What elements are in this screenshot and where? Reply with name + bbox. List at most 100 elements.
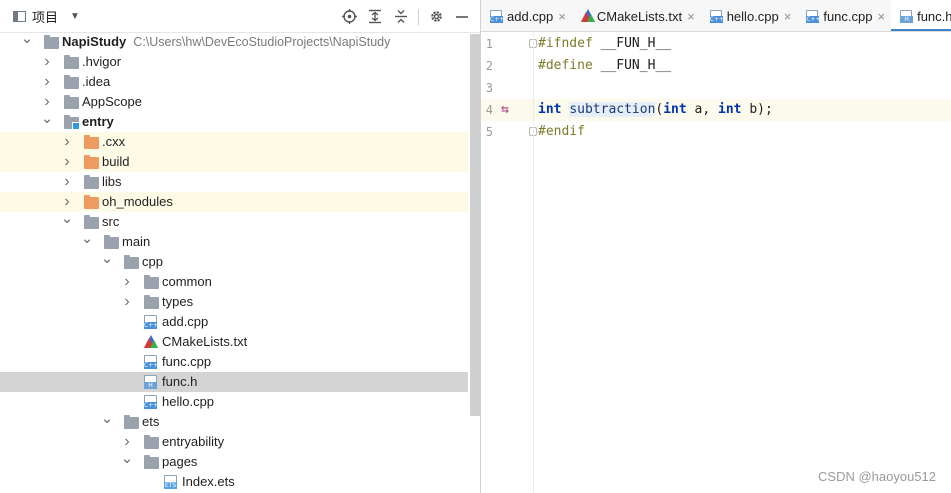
- tree-item-label: CMakeLists.txt: [162, 332, 247, 352]
- tree-item-label: pages: [162, 452, 197, 472]
- tree-item[interactable]: ETS Index.ets: [0, 472, 468, 492]
- code-token: __FUN_H__: [600, 58, 672, 73]
- tree-item[interactable]: CMakeLists.txt: [0, 332, 468, 352]
- folder-icon: [124, 415, 139, 429]
- chevron-down-icon[interactable]: ⌄: [100, 251, 114, 272]
- chevron-down-icon[interactable]: ⌄: [20, 31, 34, 52]
- tree-item-name: build: [102, 154, 130, 169]
- folder-icon: [84, 195, 99, 209]
- code-line[interactable]: #ifndef __FUN_H__: [538, 33, 951, 55]
- tree-scrollbar[interactable]: [470, 34, 480, 416]
- chevron-down-icon[interactable]: ⌄: [80, 231, 94, 252]
- tree-item[interactable]: › common: [0, 272, 468, 292]
- tree-item[interactable]: › .cxx: [0, 132, 468, 152]
- hide-icon[interactable]: [453, 8, 471, 26]
- chevron-right-icon[interactable]: ›: [60, 192, 74, 212]
- tree-item-label: .cxx: [102, 132, 125, 152]
- chevron-right-icon[interactable]: ›: [120, 292, 134, 312]
- tree-item[interactable]: ⌄ main: [0, 231, 468, 252]
- tree-item[interactable]: C++ add.cpp: [0, 312, 468, 332]
- code-token: subtraction: [569, 102, 656, 117]
- chevron-right-icon[interactable]: ›: [40, 72, 54, 92]
- tree-item-label: src: [102, 212, 119, 232]
- tree-item[interactable]: › entryability: [0, 432, 468, 452]
- tree-item[interactable]: › .hvigor: [0, 52, 468, 72]
- tree-item[interactable]: Hfunc.h: [0, 372, 468, 392]
- tree-item[interactable]: ⌄ src: [0, 211, 468, 232]
- editor-tab[interactable]: C++ add.cpp ×: [481, 0, 572, 31]
- chevron-right-icon[interactable]: ›: [120, 272, 134, 292]
- collapse-all-icon[interactable]: [392, 8, 410, 26]
- tree-item[interactable]: ⌄ ets: [0, 411, 468, 432]
- chevron-down-icon[interactable]: ⌄: [60, 211, 74, 232]
- tree-item[interactable]: ⌄ cpp: [0, 251, 468, 272]
- folder-icon: [44, 35, 59, 49]
- editor-tab[interactable]: C++ hello.cpp ×: [701, 0, 798, 31]
- editor-tab[interactable]: C++ func.cpp ×: [797, 0, 891, 31]
- code-area[interactable]: 12345 #ifndef __FUN_H__ #define __FUN_H__…: [481, 32, 951, 493]
- tree-item-label: NapiStudy C:\Users\hw\DevEcoStudioProject…: [62, 32, 390, 52]
- chevron-down-icon[interactable]: ⌄: [40, 111, 54, 132]
- code-line[interactable]: #define __FUN_H__: [538, 55, 951, 77]
- code-token: int: [718, 102, 742, 117]
- tree-item[interactable]: C++ func.cpp: [0, 352, 468, 372]
- editor-tab-label: hello.cpp: [726, 8, 779, 24]
- expand-all-icon[interactable]: [366, 8, 384, 26]
- chevron-down-icon[interactable]: ⌄: [100, 411, 114, 432]
- header-file-icon: H: [144, 375, 157, 389]
- folder-icon: [84, 175, 99, 189]
- tree-item-name: src: [102, 214, 120, 229]
- chevron-right-icon[interactable]: ›: [60, 172, 74, 192]
- chevron-right-icon[interactable]: ›: [60, 132, 74, 152]
- close-icon[interactable]: ×: [784, 9, 792, 24]
- code-line[interactable]: #endif: [538, 121, 951, 143]
- tree-item[interactable]: › .idea: [0, 72, 468, 92]
- cpp-file-icon: C++: [806, 9, 821, 23]
- tree-item[interactable]: ⌄ entry: [0, 111, 468, 132]
- folder-icon: [84, 215, 99, 229]
- tree-item[interactable]: ⌄ NapiStudy C:\Users\hw\DevEcoStudioProjec…: [0, 31, 468, 52]
- crosshair-icon[interactable]: [340, 8, 358, 26]
- code-token: #ifndef: [538, 36, 601, 51]
- code-line[interactable]: int subtraction(int a, int b);: [481, 99, 951, 121]
- tree-item[interactable]: › AppScope: [0, 92, 468, 112]
- code-line[interactable]: [538, 77, 951, 99]
- tree-item-name: .idea: [82, 74, 111, 89]
- gear-icon[interactable]: [427, 8, 445, 26]
- chevron-down-icon[interactable]: ⌄: [120, 451, 134, 472]
- chevron-right-icon[interactable]: ›: [40, 92, 54, 112]
- gutter-divider: [533, 32, 534, 493]
- tree-item-label: add.cpp: [162, 312, 208, 332]
- editor-tab[interactable]: Hfunc.h: [891, 0, 951, 31]
- tree-item-label: AppScope: [82, 92, 142, 112]
- project-panel-icon[interactable]: [13, 10, 26, 22]
- line-number-gutter[interactable]: 1 2 3 4 5: [481, 32, 533, 493]
- folder-icon: [144, 455, 159, 469]
- editor-tab[interactable]: CMakeLists.txt ×: [572, 0, 701, 31]
- tree-item[interactable]: › libs: [0, 172, 468, 192]
- chevron-right-icon[interactable]: ›: [120, 432, 134, 452]
- chevron-right-icon[interactable]: ›: [40, 52, 54, 72]
- chevron-right-icon[interactable]: ›: [60, 152, 74, 172]
- project-panel-title[interactable]: 项目: [32, 7, 58, 26]
- cpp-file-icon: C++: [709, 9, 724, 23]
- tree-item[interactable]: ⌄ pages: [0, 451, 468, 472]
- tree-item[interactable]: › oh_modules: [0, 192, 468, 212]
- code-editor: C++ add.cpp × CMakeLists.txt × C++ hello.cpp × C…: [481, 0, 951, 493]
- tree-item-name: add.cpp: [162, 314, 209, 329]
- close-icon[interactable]: ×: [687, 9, 695, 24]
- close-icon[interactable]: ×: [558, 9, 566, 24]
- tree-item[interactable]: C++ hello.cpp: [0, 392, 468, 412]
- module-folder-icon: [64, 115, 80, 130]
- close-icon[interactable]: ×: [878, 9, 886, 24]
- tree-item[interactable]: › types: [0, 292, 468, 312]
- tree-item-label: Index.ets: [182, 472, 235, 492]
- cmake-icon: [144, 335, 158, 348]
- code-token: b);: [741, 102, 773, 117]
- tree-item-label: func.cpp: [162, 352, 211, 372]
- chevron-down-icon[interactable]: ▼: [70, 11, 80, 22]
- tree-item[interactable]: › build: [0, 152, 468, 172]
- tree-item-label: hello.cpp: [162, 392, 214, 412]
- file-type-tag: H: [900, 15, 914, 23]
- folder-icon: [64, 95, 79, 109]
